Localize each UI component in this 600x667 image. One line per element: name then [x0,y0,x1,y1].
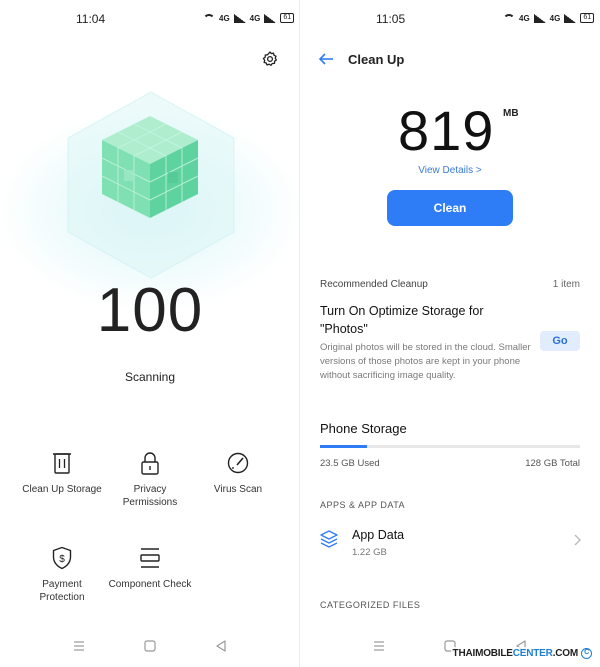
chevron-right-icon [574,534,581,546]
status-time: 11:05 [376,12,406,26]
network-type: 4G [219,13,230,23]
recommended-count: 1 item [552,279,580,290]
signal-icon-2 [264,13,277,23]
status-bar: 11:05 4G 4G 61 [300,12,600,28]
gauge-icon [227,452,249,474]
storage-used: 23.5 GB Used [320,458,380,469]
junk-size-value: 819 [398,99,495,162]
trash-icon [53,453,71,474]
navigation-bar [0,639,300,655]
recommended-cleanup-label: Recommended Cleanup [320,279,428,290]
battery-icon: 61 [280,13,295,23]
network-type: 4G [519,13,530,23]
shortcut-label: Component Check [108,579,192,590]
status-bar: 11:04 4G 4G 61 [0,12,300,28]
home-icon[interactable] [143,639,157,653]
app-data-size: 1.22 GB [352,547,387,558]
storage-progress-bar [320,445,580,448]
gear-icon[interactable] [262,51,278,67]
lock-icon [141,452,159,475]
view-details-link[interactable]: View Details > [300,165,600,176]
arrow-left-icon[interactable] [318,52,334,66]
scan-score: 100 [96,276,204,345]
wifi-icon [203,13,215,23]
go-button[interactable]: Go [540,331,580,351]
phone-storage-title: Phone Storage [320,421,407,436]
watermark-suffix: .COM [552,648,579,659]
back-nav-icon[interactable] [214,639,228,653]
phone-manager-screen: 11:04 4G 4G 61 100 Scanning Clean Up Sto… [0,0,300,667]
network-type-2: 4G [549,13,561,23]
battery-icon: 61 [580,13,595,23]
shortcut-label: Virus Scan [213,484,263,495]
component-check-shortcut[interactable]: Component Check [95,546,205,591]
categorized-files-header: CATEGORIZED FILES [320,600,421,610]
watermark-accent: CENTER [512,648,553,659]
network-type-2: 4G [249,13,261,23]
virus-scan-shortcut[interactable]: Virus Scan [183,451,293,496]
signal-icon-2 [564,13,577,23]
apps-section-header: APPS & APP DATA [320,500,406,510]
storage-progress-fill [320,445,367,448]
copyright-icon: C [581,647,592,659]
menu-icon[interactable] [72,639,86,653]
signal-icon [533,13,546,23]
shield-dollar-icon: $ [52,546,72,570]
signal-icon [233,13,246,23]
recommendation-title: Turn On Optimize Storage for "Photos" [320,304,484,336]
status-icons: 4G 4G 61 [503,13,595,23]
watermark: THAIMOBILECENTER.COM C [450,646,594,660]
menu-icon[interactable] [372,639,386,653]
junk-size-unit: MB [503,108,519,119]
layers-icon [320,530,338,548]
wifi-icon [503,13,515,23]
recommendation-description: Original photos will be stored in the cl… [320,342,531,381]
clean-up-screen: 11:05 4G 4G 61 Clean Up 819 MB View Deta… [300,0,600,667]
cube-icon [101,116,199,218]
clean-button[interactable]: Clean [387,190,513,226]
status-time: 11:04 [76,12,106,26]
component-icon [140,548,160,568]
shortcut-label: Privacy Permissions [122,484,178,508]
scan-status-label: Scanning [124,370,176,384]
page-title: Clean Up [348,52,405,67]
app-data-name: App Data [352,528,405,542]
svg-text:$: $ [59,554,65,565]
watermark-prefix: THAIMOBILE [452,648,513,659]
app-data-row[interactable]: App Data 1.22 GB [320,524,582,564]
shortcut-label: Payment Protection [39,579,85,603]
status-icons: 4G 4G 61 [203,13,295,23]
storage-total: 128 GB Total [525,458,580,469]
